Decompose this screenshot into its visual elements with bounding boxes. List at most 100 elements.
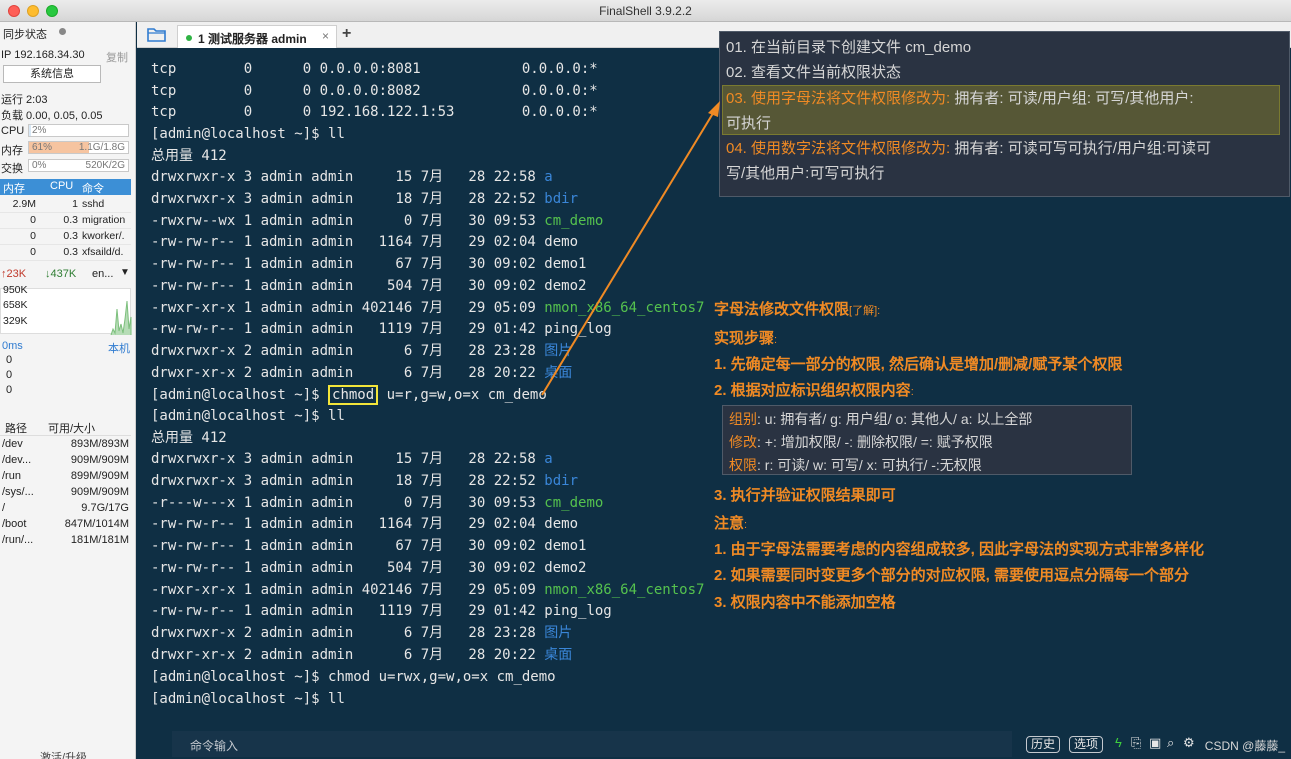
options-button[interactable]: 选项 <box>1069 736 1104 753</box>
file-meta: drwxrwxr-x 3 admin admin 15 7月 28 22:58 <box>151 451 545 467</box>
file-meta: -rw-rw-r-- 1 admin admin 1164 7月 29 02:0… <box>151 234 545 251</box>
step-2: 2. 根据对应标识组织权限内容: <box>714 382 914 399</box>
add-tab-button[interactable]: + <box>342 25 351 43</box>
paste-icon[interactable]: ▣ <box>1149 735 1161 751</box>
task-1: 01. 在当前目录下创建文件 cm_demo <box>726 39 972 56</box>
steps-label: 实现步骤: <box>714 330 778 347</box>
task-2: 02. 查看文件当前权限状态 <box>726 64 902 81</box>
listing-row: drwxr-xr-x 2 admin admin 6 7月 28 20:22 桌… <box>151 645 572 667</box>
process-row[interactable]: 2.9M 1 sshd <box>0 197 131 213</box>
file-name: 图片 <box>544 625 573 641</box>
note-3: 3. 权限内容中不能添加空格 <box>714 594 896 611</box>
file-meta: -rwxr-xr-x 1 admin admin 402146 7月 29 05… <box>151 299 545 316</box>
lightning-icon[interactable]: ϟ <box>1115 735 1122 750</box>
note-1: 1. 由于字母法需要考虑的内容组成较多, 因此字母法的实现方式非常多样化 <box>714 541 1205 558</box>
connected-status-dot <box>186 35 192 41</box>
net-scale-mid: 658K <box>3 299 28 311</box>
net-scale-high: 950K <box>3 284 28 296</box>
copy-icon[interactable]: ⎘ <box>1131 735 1141 751</box>
task-3: 03. 使用字母法将文件权限修改为: 拥有者: 可读/用户组: 可写/其他用户: <box>726 90 1194 107</box>
file-name: a <box>544 451 553 467</box>
task-3-cont: 可执行 <box>726 115 772 132</box>
step-1: 1. 先确定每一部分的权限, 然后确认是增加/删减/赋予某个权限 <box>714 356 1123 373</box>
cpu-bar: 2% <box>28 124 129 137</box>
latency-host[interactable]: 本机 <box>108 340 130 356</box>
swap-label: 交换 <box>1 163 23 175</box>
uptime: 运行 2:03 <box>1 94 48 106</box>
file-name: demo <box>544 516 579 533</box>
listing-row: -rw-rw-r-- 1 admin admin 1164 7月 29 02:0… <box>151 232 578 254</box>
listing-row: -rw-rw-r-- 1 admin admin 1164 7月 29 02:0… <box>151 514 578 536</box>
listing-row: -rw-rw-r-- 1 admin admin 67 7月 30 09:02 … <box>151 254 586 276</box>
listing-row: drwxrwxr-x 3 admin admin 18 7月 28 22:52 … <box>151 189 578 211</box>
attention-label: 注意: <box>714 515 748 532</box>
history-button[interactable]: 历史 <box>1026 736 1061 753</box>
file-meta: drwxr-xr-x 2 admin admin 6 7月 28 20:22 <box>151 364 545 381</box>
legend-group: 组别: u: 拥有者/ g: 用户组/ o: 其他人/ a: 以上全部 <box>729 411 1033 427</box>
listing-row: -rw-rw-r-- 1 admin admin 1119 7月 29 01:4… <box>151 601 612 623</box>
latency-label: 0ms <box>2 340 23 352</box>
tab-label: 1 测试服务器 admin <box>198 32 307 46</box>
net-download: ↓437K <box>45 268 77 280</box>
file-meta: -rw-rw-r-- 1 admin admin 67 7月 30 09:02 <box>151 256 545 272</box>
legend-modify: 修改: +: 增加权限/ -: 删除权限/ =: 赋予权限 <box>729 434 993 450</box>
disk-table-header: 路径 可用/大小 <box>0 420 131 436</box>
tab-session-1[interactable]: 1 测试服务器 admin × <box>177 25 337 48</box>
process-table-header[interactable]: 内存 CPU 命令 <box>0 179 131 195</box>
notes-title: 字母法修改文件权限[了解]: <box>714 301 881 318</box>
step-3: 3. 执行并验证权限结果即可 <box>714 487 896 504</box>
file-name: cm_demo <box>544 494 604 511</box>
close-tab-icon[interactable]: × <box>322 29 329 43</box>
listing-row: drwxrwxr-x 2 admin admin 6 7月 28 23:28 图… <box>151 623 572 645</box>
terminal-line: 总用量 412 <box>151 430 227 446</box>
bottom-bar: 命令输入 历史 选项 ϟ ⎘ ▣ ⌕ ⚙ CSDN @藤藤_ <box>137 729 1291 759</box>
net-interface-select[interactable]: en... <box>92 268 113 280</box>
command-input[interactable]: 命令输入 <box>172 731 1012 757</box>
file-name: 桌面 <box>544 646 573 663</box>
net-scale-low: 329K <box>3 315 28 327</box>
file-meta: -rwxrw--wx 1 admin admin 0 7月 30 09:53 <box>151 212 545 229</box>
folder-icon[interactable] <box>147 27 167 42</box>
listing-row: -rw-rw-r-- 1 admin admin 67 7月 30 09:02 … <box>151 536 586 558</box>
listing-row: drwxr-xr-x 2 admin admin 6 7月 28 20:22 桌… <box>151 363 572 385</box>
terminal-line: [admin@localhost ~]$ ll <box>151 126 345 142</box>
note-2: 2. 如果需要同时变更多个部分的对应权限, 需要使用逗点分隔每一个部分 <box>714 567 1190 584</box>
title-bar: FinalShell 3.9.2.2 <box>0 0 1291 22</box>
file-meta: drwxrwxr-x 2 admin admin 6 7月 28 23:28 <box>151 343 545 359</box>
gear-icon[interactable]: ⚙ <box>1183 735 1195 751</box>
sync-status-dot <box>59 28 66 35</box>
file-name: bdir <box>544 472 579 489</box>
activate-upgrade-link[interactable]: 激活/升级 <box>40 749 87 759</box>
listing-row: drwxrwxr-x 3 admin admin 15 7月 28 22:58 … <box>151 449 553 471</box>
listing-row: -rwxr-xr-x 1 admin admin 402146 7月 29 05… <box>151 580 704 602</box>
process-row[interactable]: 0 0.3 xfsaild/d. <box>0 245 131 261</box>
net-upload: ↑23K <box>1 268 27 280</box>
copy-ip-button[interactable]: 复制 <box>106 49 128 65</box>
file-meta: -rw-rw-r-- 1 admin admin 1119 7月 29 01:4… <box>151 603 545 620</box>
legend-permission: 权限: r: 可读/ w: 可写/ x: 可执行/ -:无权限 <box>729 457 982 473</box>
search-icon[interactable]: ⌕ <box>1167 735 1174 751</box>
file-meta: -rw-rw-r-- 1 admin admin 1119 7月 29 01:4… <box>151 321 545 338</box>
file-name: ping_log <box>544 603 612 620</box>
file-meta: drwxrwxr-x 3 admin admin 18 7月 28 22:52 <box>151 190 545 207</box>
cpu-label: CPU <box>1 125 25 137</box>
terminal-line-chmod: [admin@localhost ~]$ chmod u=r,g=w,o=x c… <box>151 385 547 405</box>
watermark: CSDN @藤藤_ <box>1204 739 1285 753</box>
system-info-button[interactable]: 系统信息 <box>3 65 101 83</box>
process-row[interactable]: 0 0.3 kworker/. <box>0 229 131 245</box>
listing-row: -r---w---x 1 admin admin 0 7月 30 09:53 c… <box>151 493 603 515</box>
chmod-highlight: chmod <box>328 385 379 405</box>
load-average: 负载 0.00, 0.05, 0.05 <box>1 110 103 122</box>
chevron-down-icon[interactable]: ▼ <box>120 267 130 278</box>
sidebar: 同步状态 IP 192.168.34.30 复制 系统信息 运行 2:03 负载… <box>0 22 136 759</box>
terminal-line: tcp 0 0 0.0.0.0:8081 0.0.0.0:* LI <box>151 61 742 77</box>
mem-bar: 61% 1.1G/1.8G <box>28 141 129 154</box>
task-4-cont: 写/其他用户:可写可执行 <box>726 165 885 182</box>
latency-value: 0 <box>6 384 13 396</box>
permission-legend: 组别: u: 拥有者/ g: 用户组/ o: 其他人/ a: 以上全部 修改: … <box>722 405 1132 475</box>
file-meta: -rwxr-xr-x 1 admin admin 402146 7月 29 05… <box>151 581 545 598</box>
process-row[interactable]: 0 0.3 migration <box>0 213 131 229</box>
file-meta: drwxr-xr-x 2 admin admin 6 7月 28 20:22 <box>151 646 545 663</box>
terminal-line: [admin@localhost ~]$ ll <box>151 408 345 424</box>
terminal-line: [admin@localhost ~]$ chmod u=rwx,g=w,o=x… <box>151 669 556 685</box>
